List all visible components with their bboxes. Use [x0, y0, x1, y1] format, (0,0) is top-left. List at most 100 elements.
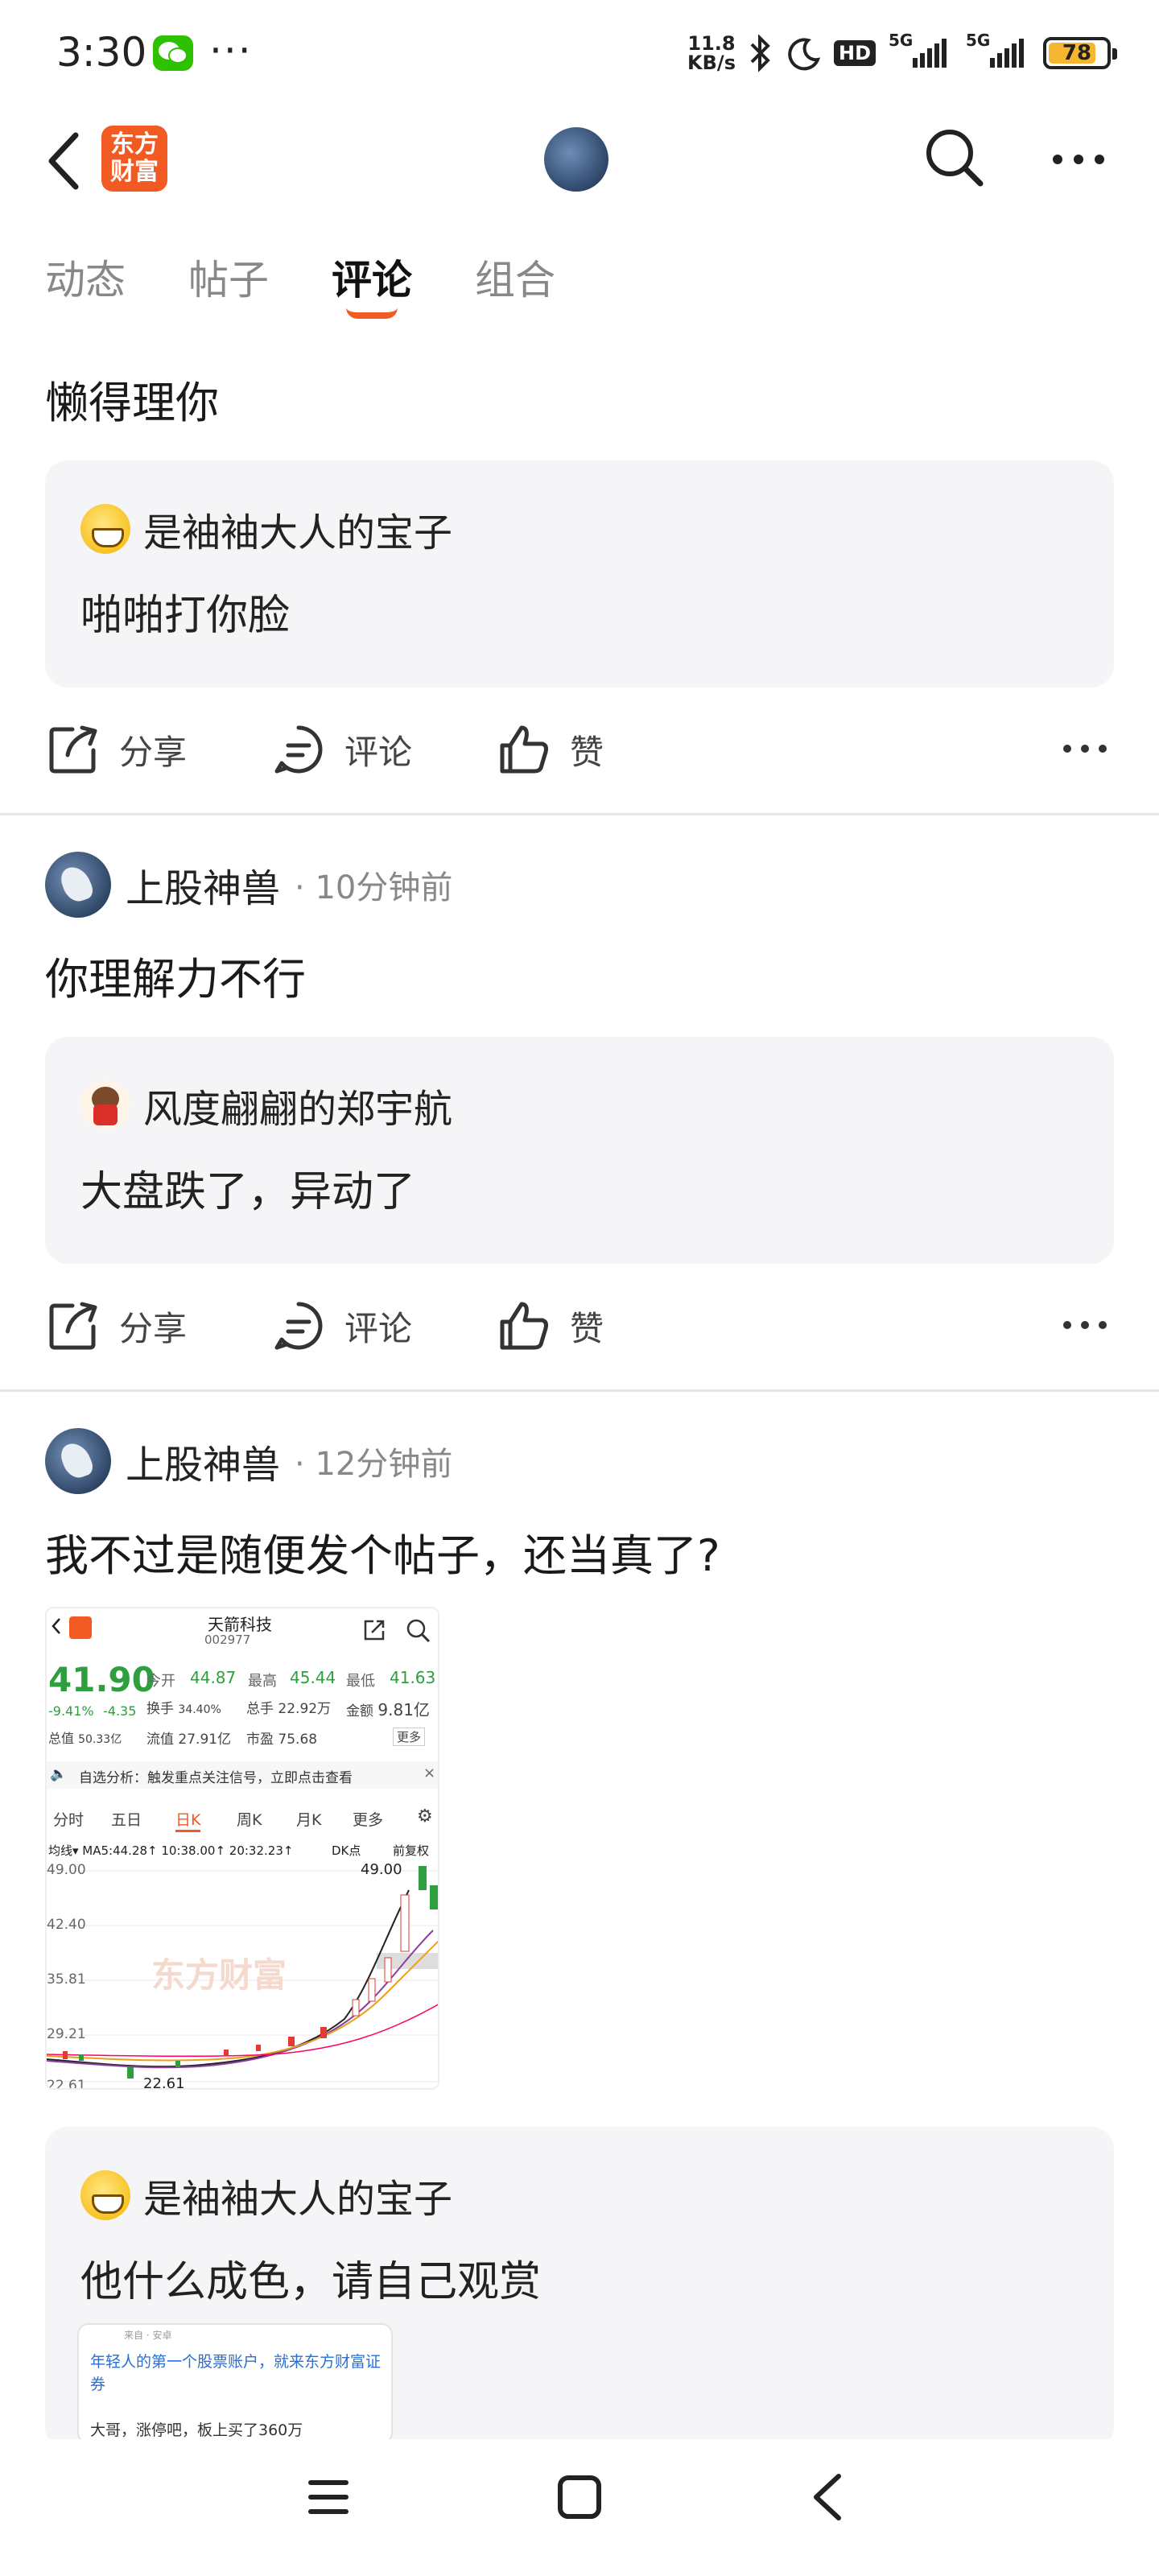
app-logo[interactable]: 东方 财富 — [101, 126, 167, 192]
promo-title: 年轻人的第一个股票账户，就来东方财富证券 — [90, 2353, 382, 2393]
share-icon — [49, 725, 97, 774]
tab-portfolio[interactable]: 组合 — [475, 248, 555, 306]
promo-text: 大哥，涨停吧，板上买了360万 — [90, 2421, 303, 2439]
quote-header: 是袖袖大人的宝子 — [80, 501, 452, 557]
wechat-icon — [153, 35, 193, 71]
status-bar: 3:30 ··· 11.8 KB/s HD 5G 5G 78 — [0, 0, 1159, 105]
volume: 总手 22.92万 — [246, 1701, 332, 1717]
action-bar: 分享 评论 赞 — [45, 721, 1114, 786]
active-tab-indicator — [346, 308, 398, 319]
quote-header: 是袖袖大人的宝子 — [80, 2167, 452, 2223]
comment-text: 我不过是随便发个帖子，还当真了? — [45, 1530, 720, 1581]
svg-text:35.81: 35.81 — [47, 1971, 86, 1988]
comment-icon — [274, 1302, 323, 1350]
period-tab: 五日 — [111, 1811, 142, 1829]
period-tab: 更多 — [353, 1811, 384, 1829]
back-arrow-icon[interactable] — [42, 129, 90, 193]
share-button[interactable]: 分享 — [45, 1298, 187, 1354]
status-more-icon: ··· — [209, 27, 253, 74]
signal-icon: 5G — [889, 31, 953, 68]
svg-text:29.21: 29.21 — [47, 2026, 86, 2042]
comment-button[interactable]: 评论 — [270, 1298, 412, 1354]
market-cap: 总值 50.33亿 — [48, 1731, 122, 1746]
svg-text:49.00: 49.00 — [361, 1861, 402, 1878]
page: 3:30 ··· 11.8 KB/s HD 5G 5G 78 东方 财富 动态 帖子… — [0, 0, 1159, 2576]
username[interactable]: 上股神兽 — [126, 857, 280, 913]
speaker-icon: 🔈 — [50, 1766, 68, 1782]
quote-text: 大盘跌了，异动了 — [80, 1168, 416, 1216]
tab-posts[interactable]: 帖子 — [188, 248, 269, 306]
search-icon[interactable] — [922, 126, 987, 190]
avatar-emoji — [80, 1080, 130, 1130]
menu-icon[interactable] — [306, 2475, 351, 2520]
post-more-icon[interactable] — [1061, 1317, 1109, 1333]
source-label: 来自 · 安卓 — [124, 2330, 172, 2341]
like-button[interactable]: 赞 — [496, 1298, 604, 1354]
period-tab: 分时 — [53, 1811, 85, 1829]
quote-header: 风度翩翩的郑宇航 — [80, 1077, 452, 1133]
period-tab: 周K — [237, 1811, 262, 1829]
notice-text: 自选分析：触发重点关注信号，立即点击查看 — [79, 1770, 353, 1786]
attached-image[interactable]: 天箭科技 002977 41.90 -9.41% -4.35 今开 44.87 … — [45, 1607, 439, 2090]
settings-icon: ⚙ — [417, 1806, 433, 1827]
hd-badge: HD — [833, 40, 876, 66]
close-icon: × — [423, 1765, 436, 1781]
divider — [0, 1389, 1159, 1392]
quoted-post[interactable]: 风度翩翩的郑宇航 大盘跌了，异动了 — [45, 1037, 1114, 1264]
stock-code: 002977 — [204, 1633, 251, 1647]
tab-dynamic[interactable]: 动态 — [45, 248, 126, 306]
quoted-image[interactable]: 来自 · 安卓 年轻人的第一个股票账户，就来东方财富证券 大哥，涨停吧，板上买了… — [77, 2323, 393, 2444]
grin-emoji-avatar — [80, 2170, 130, 2220]
system-nav-bar — [0, 2439, 1159, 2576]
svg-text:22.61: 22.61 — [47, 2078, 86, 2090]
tab-comments[interactable]: 评论 — [332, 248, 412, 319]
quote-author[interactable]: 是袖袖大人的宝子 — [143, 501, 452, 557]
user-avatar[interactable] — [45, 1428, 111, 1494]
quoted-post[interactable]: 是袖袖大人的宝子 啪啪打你脸 — [45, 460, 1114, 687]
profile-tabs: 动态 帖子 评论 组合 — [45, 248, 555, 319]
change-amount: -4.35 — [103, 1703, 137, 1719]
more-icon[interactable] — [1046, 137, 1111, 182]
pe-ratio: 市盈 75.68 — [246, 1732, 318, 1748]
thumbs-up-icon — [500, 725, 548, 774]
moon-icon — [788, 38, 821, 71]
kline-chart: 东方财富 49.00 42.40 35.81 29.21 22.61 49.00… — [47, 1861, 438, 2090]
turnover: 换手 34.40% — [146, 1701, 221, 1717]
low-value: 41.63 — [390, 1668, 436, 1687]
change-pct: -9.41% — [48, 1703, 94, 1719]
app-logo — [69, 1616, 92, 1639]
float-cap: 流值 27.91亿 — [146, 1732, 232, 1748]
post-time: · 10分钟前 — [295, 869, 453, 906]
status-time: 3:30 — [56, 29, 147, 76]
comment-button[interactable]: 评论 — [270, 721, 412, 778]
period-tab-active: 日K — [175, 1808, 201, 1832]
grin-emoji-avatar — [80, 504, 130, 554]
like-button[interactable]: 赞 — [496, 721, 604, 778]
stock-price: 41.90 — [48, 1660, 155, 1699]
system-back-icon[interactable] — [808, 2471, 848, 2523]
post-header: 上股神兽 · 10分钟前 — [45, 852, 452, 918]
thumbs-up-icon — [500, 1302, 548, 1350]
amount: 金额 9.81亿 — [346, 1700, 430, 1719]
low-label: 最低 — [346, 1673, 375, 1690]
quote-author[interactable]: 风度翩翩的郑宇航 — [143, 1077, 452, 1133]
username[interactable]: 上股神兽 — [126, 1433, 280, 1489]
search-icon — [406, 1619, 431, 1643]
back-arrow-icon — [52, 1618, 60, 1634]
share-button[interactable]: 分享 — [45, 721, 187, 778]
user-avatar[interactable] — [45, 852, 111, 918]
open-label: 今开 — [146, 1673, 175, 1690]
more-button: 更多 — [393, 1728, 426, 1746]
watermark: 东方财富 — [151, 1955, 287, 1995]
action-bar: 分享 评论 赞 — [45, 1298, 1114, 1362]
divider — [0, 813, 1159, 815]
profile-avatar[interactable] — [544, 127, 608, 192]
svg-text:22.61: 22.61 — [143, 2075, 185, 2090]
share-icon — [364, 1620, 385, 1641]
quote-text: 啪啪打你脸 — [80, 592, 291, 640]
post-header: 上股神兽 · 12分钟前 — [45, 1428, 452, 1494]
quote-author[interactable]: 是袖袖大人的宝子 — [143, 2167, 452, 2223]
battery-icon: 78 — [1043, 37, 1117, 69]
home-icon[interactable] — [555, 2473, 604, 2521]
post-more-icon[interactable] — [1061, 741, 1109, 757]
